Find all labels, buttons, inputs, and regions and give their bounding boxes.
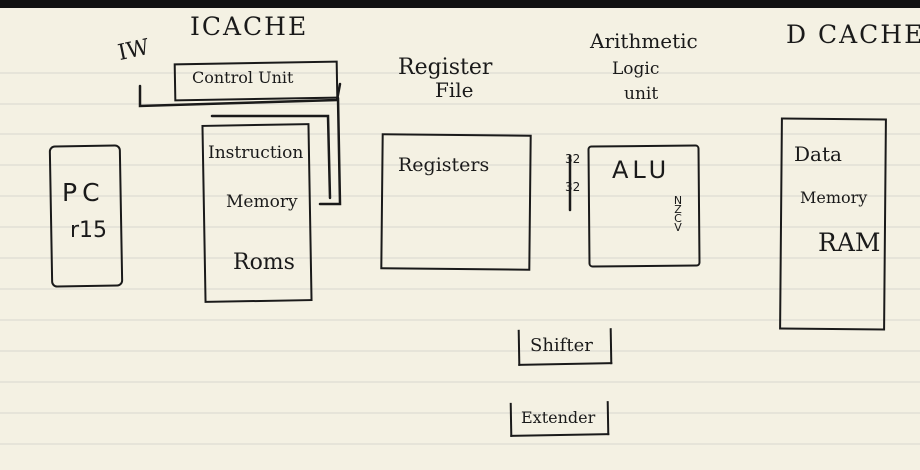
dcache-heading: D CACHE bbox=[786, 20, 920, 49]
alu-heading-line2: Logic bbox=[612, 59, 660, 79]
registers-label: Registers bbox=[398, 154, 490, 176]
alu-heading-line3: unit bbox=[624, 84, 659, 104]
instruction-label: Instruction bbox=[208, 143, 304, 163]
roms-label: Roms bbox=[233, 250, 295, 275]
control-unit-label: Control Unit bbox=[192, 68, 294, 87]
alu-flags: N Z C V bbox=[672, 195, 684, 234]
shifter-label: Shifter bbox=[530, 335, 593, 356]
extender-label: Extender bbox=[521, 408, 596, 427]
register-file-heading-line2: File bbox=[435, 78, 474, 102]
pc-label: PC bbox=[62, 178, 105, 207]
alu-heading-line1: Arithmetic bbox=[590, 29, 698, 53]
data-memory-label: Memory bbox=[800, 188, 868, 207]
bus-width-b: 32 bbox=[565, 180, 581, 194]
pc-register-box bbox=[48, 144, 124, 288]
icache-heading: ICACHE bbox=[190, 12, 309, 41]
r15-label: r15 bbox=[70, 218, 108, 243]
ram-label: RAM bbox=[818, 228, 881, 257]
register-file-heading-line1: Register bbox=[398, 55, 493, 80]
data-label: Data bbox=[794, 142, 842, 166]
alu-label: ALU bbox=[612, 156, 671, 184]
flag-v: V bbox=[674, 221, 682, 234]
bus-width-a: 32 bbox=[565, 152, 581, 166]
instruction-memory-label: Memory bbox=[226, 192, 298, 212]
